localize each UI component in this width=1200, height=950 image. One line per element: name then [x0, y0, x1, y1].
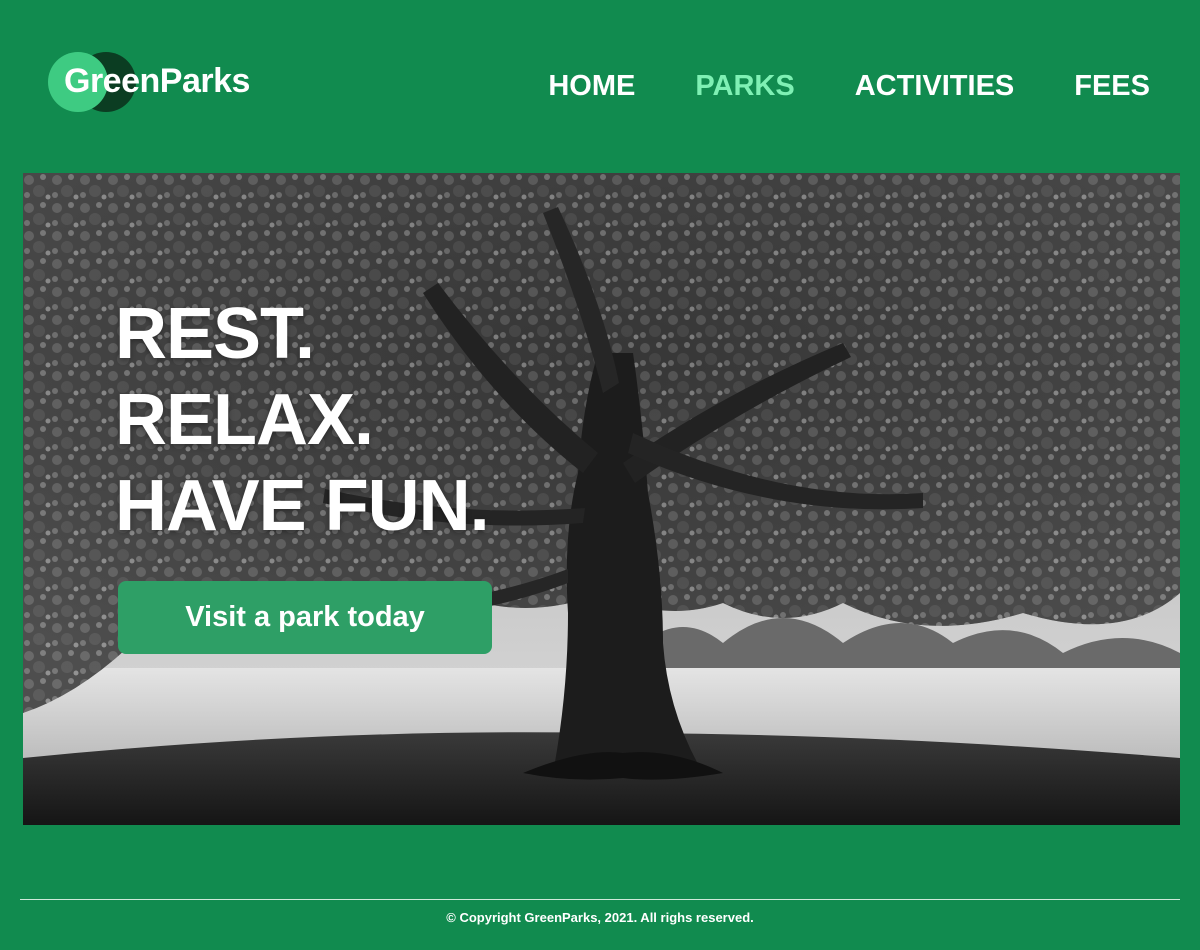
logo-text: GreenParks — [64, 62, 250, 100]
headline-line-1: REST. — [115, 294, 315, 374]
main-nav: HOME PARKS ACTIVITIES FEES — [548, 66, 1150, 106]
visit-park-button[interactable]: Visit a park today — [118, 581, 492, 654]
nav-item-fees[interactable]: FEES — [1074, 70, 1150, 103]
site-header: GreenParks HOME PARKS ACTIVITIES FEES — [0, 0, 1200, 170]
headline-line-2: RELAX. — [115, 380, 374, 460]
headline-line-3: HAVE FUN. — [115, 466, 490, 546]
footer-divider — [20, 899, 1180, 900]
nav-item-home[interactable]: HOME — [548, 70, 635, 103]
footer-copyright: © Copyright GreenParks, 2021. All righs … — [446, 910, 754, 925]
nav-item-activities[interactable]: ACTIVITIES — [855, 70, 1015, 103]
hero-headline: REST. RELAX. HAVE FUN. — [115, 291, 490, 549]
hero-section: REST. RELAX. HAVE FUN. Visit a park toda… — [23, 173, 1180, 825]
nav-item-parks[interactable]: PARKS — [695, 70, 794, 103]
logo[interactable]: GreenParks — [48, 52, 278, 112]
